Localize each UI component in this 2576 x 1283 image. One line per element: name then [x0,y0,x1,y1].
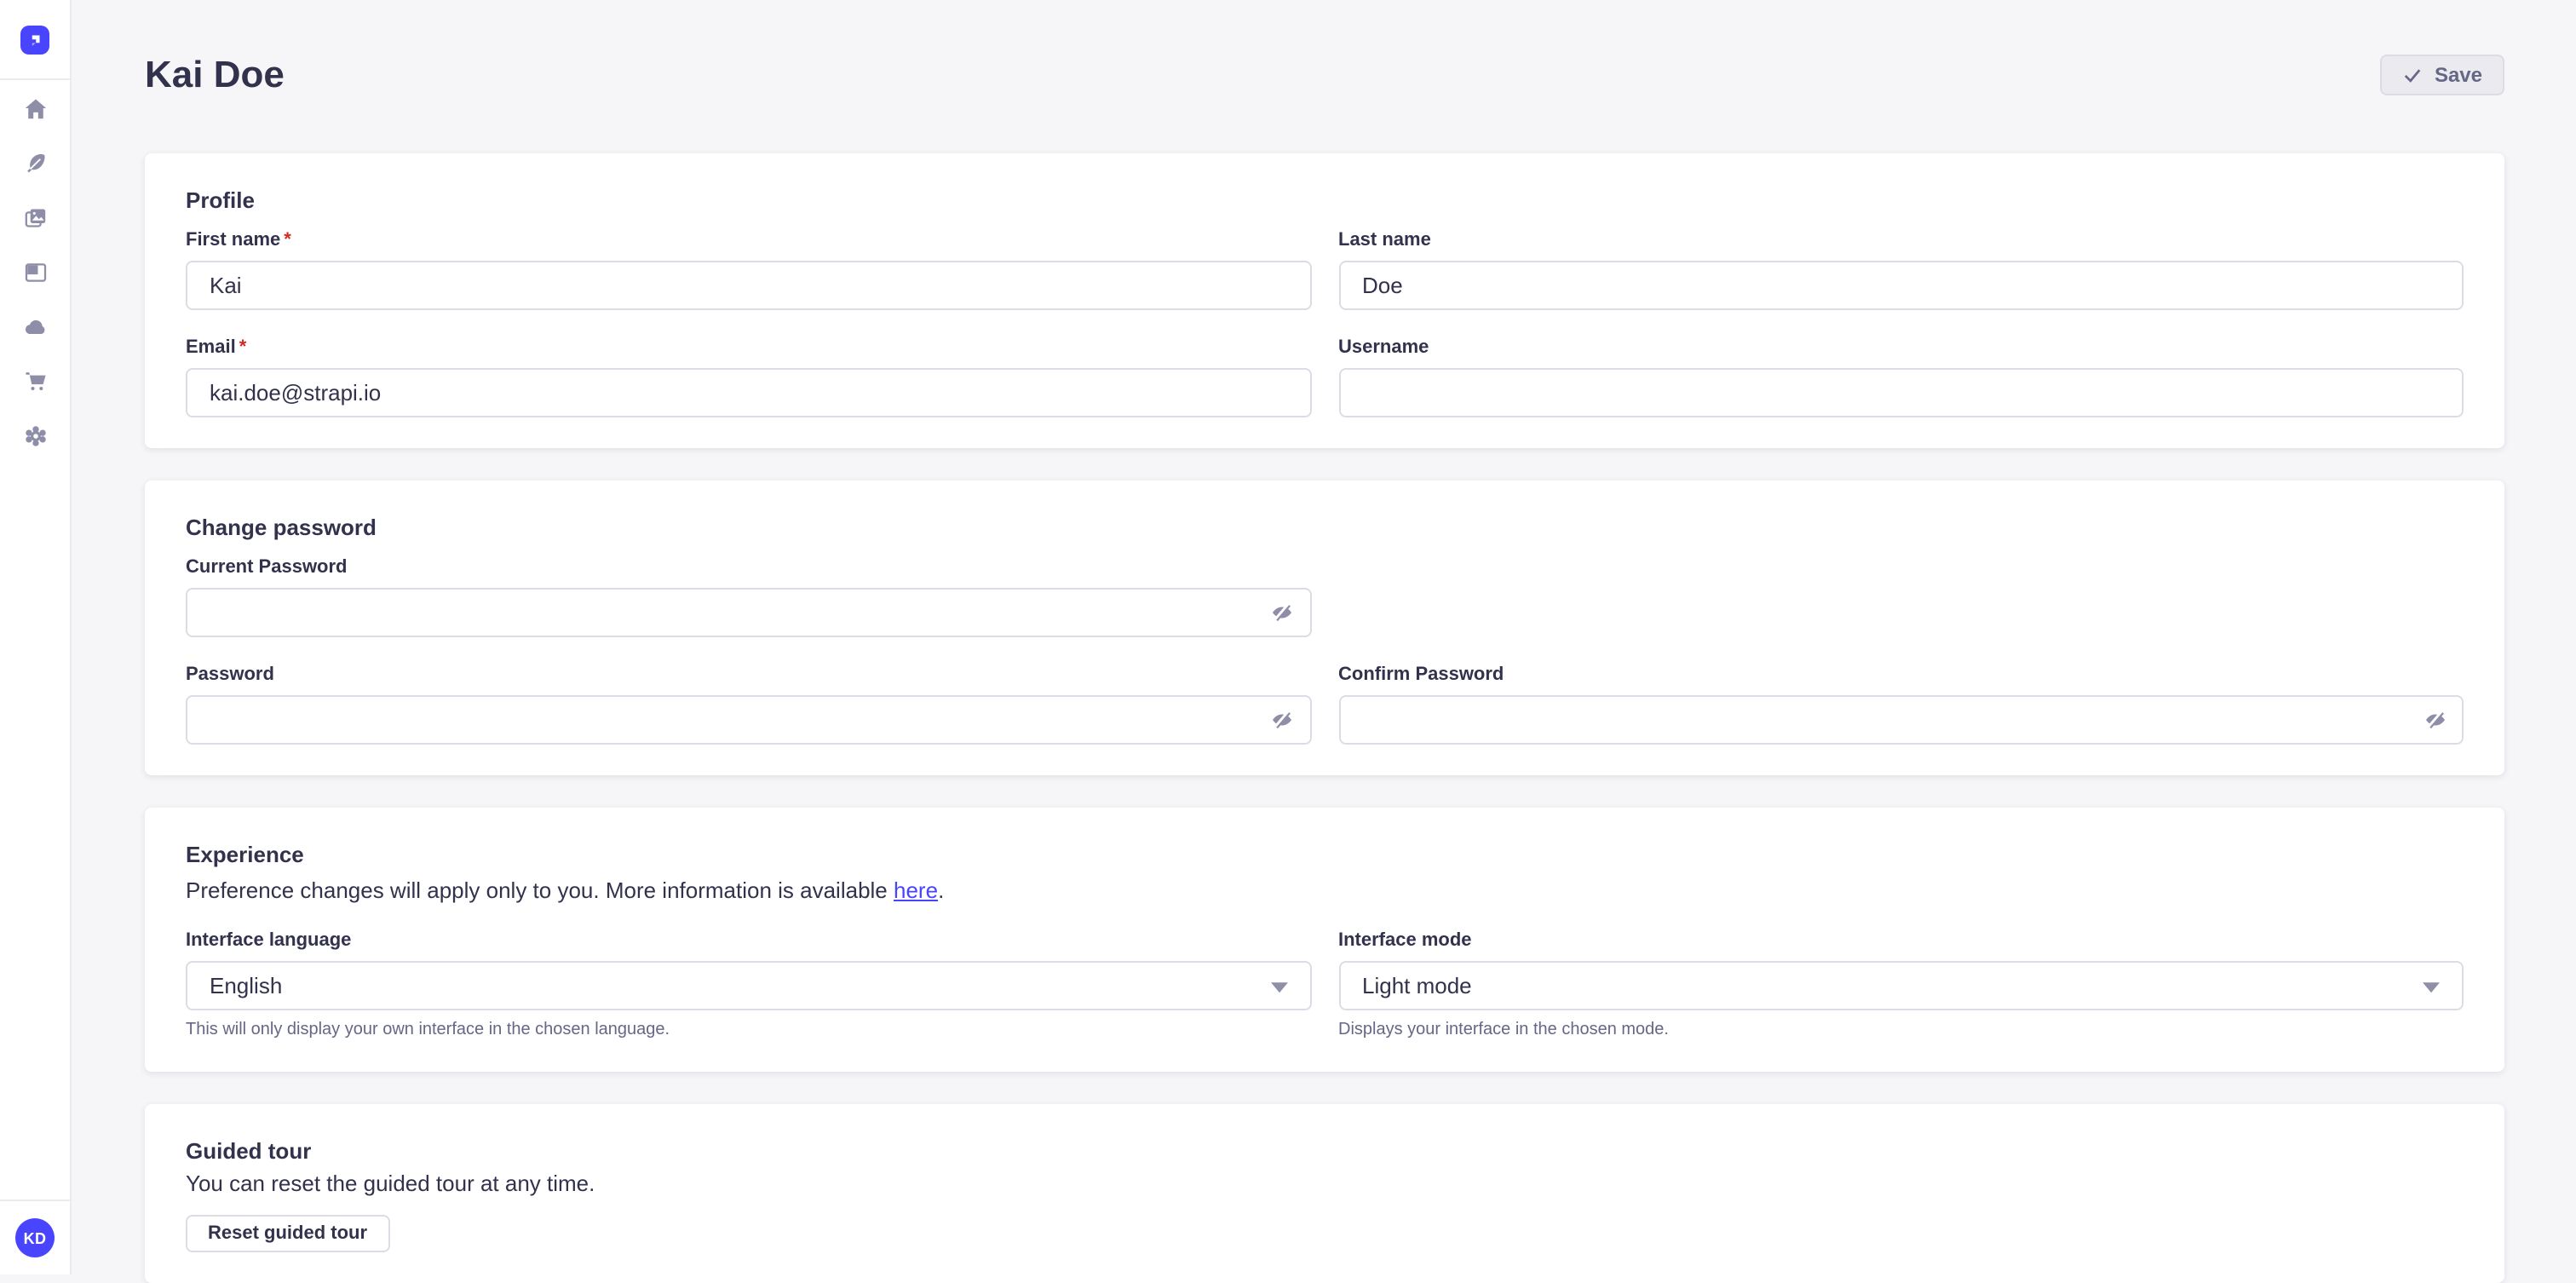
new-password-input[interactable] [186,695,1311,745]
settings-icon [23,424,47,448]
password-fields-grid: Current Password [186,555,2464,745]
sidebar: KD [0,0,72,1274]
toggle-confirm-password-visibility-button[interactable] [2421,706,2448,734]
confirm-password-input[interactable] [1338,695,2464,745]
required-asterisk: * [284,228,291,254]
sidebar-item-media-library[interactable] [13,196,57,240]
interface-mode-label-text: Interface mode [1338,929,1472,954]
toggle-current-password-visibility-button[interactable] [1268,599,1296,626]
email-field: Email* [186,336,1311,417]
email-label-text: Email [186,336,236,361]
guided-tour-title: Guided tour [186,1138,2464,1165]
chevron-down-icon [2423,981,2440,992]
sidebar-footer: KD [0,1200,71,1274]
sidebar-item-home[interactable] [13,87,57,131]
interface-mode-hint: Displays your interface in the chosen mo… [1338,1019,2464,1041]
marketplace-icon [23,370,47,394]
strapi-logo-icon [26,31,43,48]
interface-language-select[interactable]: English [186,961,1311,1010]
chevron-down-icon [1270,981,1287,992]
interface-language-hint: This will only display your own interfac… [186,1019,1311,1041]
page-title: Kai Doe [145,51,285,97]
first-name-field: First name* [186,228,1311,310]
page-header: Kai Doe Save [145,0,2504,97]
last-name-input[interactable] [1338,261,2464,310]
current-password-input[interactable] [186,588,1311,637]
email-input[interactable] [186,368,1311,417]
sidebar-item-content-manager[interactable] [13,141,57,186]
experience-card: Experience Preference changes will apply… [145,808,2504,1072]
user-avatar[interactable]: KD [15,1218,55,1257]
current-password-field: Current Password [186,555,1311,637]
more-information-link[interactable]: here [894,877,938,903]
guided-tour-card: Guided tour You can reset the guided tou… [145,1104,2504,1283]
experience-subtitle: Preference changes will apply only to yo… [186,876,2464,905]
interface-mode-select[interactable]: Light mode [1338,961,2464,1010]
sidebar-item-settings[interactable] [13,414,57,458]
username-label-text: Username [1338,336,1429,361]
required-asterisk: * [239,336,247,361]
sidebar-nav [13,80,57,1200]
experience-subtitle-text: Preference changes will apply only to yo… [186,877,894,903]
profile-fields-grid: First name* Last name Email* [186,228,2464,417]
new-password-field: Password [186,663,1311,745]
grid-spacer [1338,555,2464,637]
toggle-new-password-visibility-button[interactable] [1268,706,1296,734]
experience-subtitle-period: . [938,877,944,903]
new-password-label-text: Password [186,663,274,688]
sidebar-item-content-type-builder[interactable] [13,250,57,295]
media-library-icon [23,206,47,230]
change-password-card: Change password Current Password [145,480,2504,775]
sidebar-item-marketplace[interactable] [13,360,57,404]
confirm-password-label-text: Confirm Password [1338,663,1504,688]
last-name-field: Last name [1338,228,2464,310]
current-password-label: Current Password [186,555,1311,581]
last-name-label-text: Last name [1338,228,1431,254]
first-name-input[interactable] [186,261,1311,310]
reset-guided-tour-button[interactable]: Reset guided tour [186,1215,389,1252]
home-icon [23,97,47,121]
interface-mode-label: Interface mode [1338,929,2464,954]
interface-language-label-text: Interface language [186,929,351,954]
guided-tour-description: You can reset the guided tour at any tim… [186,1171,2464,1198]
cloud-icon [23,315,47,339]
eye-off-icon [1271,709,1293,731]
username-input[interactable] [1338,368,2464,417]
username-field: Username [1338,336,2464,417]
interface-mode-value: Light mode [1362,973,1472,998]
eye-off-icon [1271,601,1293,624]
app-root: KD Kai Doe Save Profile First name* [0,0,2576,1274]
experience-fields-grid: Interface language English This will onl… [186,929,2464,1041]
content-manager-icon [23,152,47,175]
check-icon [2402,64,2423,84]
experience-title: Experience [186,842,2464,869]
save-button-label: Save [2435,62,2482,86]
profile-card: Profile First name* Last name Email [145,153,2504,448]
confirm-password-field: Confirm Password [1338,663,2464,745]
interface-language-field: Interface language English This will onl… [186,929,1311,1041]
save-button[interactable]: Save [2380,54,2504,95]
sidebar-item-cloud[interactable] [13,305,57,349]
interface-language-label: Interface language [186,929,1311,954]
new-password-label: Password [186,663,1311,688]
eye-off-icon [2424,709,2446,731]
current-password-label-text: Current Password [186,555,348,581]
profile-card-title: Profile [186,187,2464,215]
logo-container [0,0,71,80]
username-label: Username [1338,336,2464,361]
confirm-password-label: Confirm Password [1338,663,2464,688]
interface-mode-field: Interface mode Light mode Displays your … [1338,929,2464,1041]
last-name-label: Last name [1338,228,2464,254]
first-name-label: First name* [186,228,1311,254]
strapi-logo[interactable] [20,25,49,54]
content-type-builder-icon [23,261,47,285]
email-label: Email* [186,336,1311,361]
interface-language-value: English [210,973,282,998]
main-content: Kai Doe Save Profile First name* [72,0,2576,1274]
change-password-title: Change password [186,515,2464,542]
first-name-label-text: First name [186,228,280,254]
